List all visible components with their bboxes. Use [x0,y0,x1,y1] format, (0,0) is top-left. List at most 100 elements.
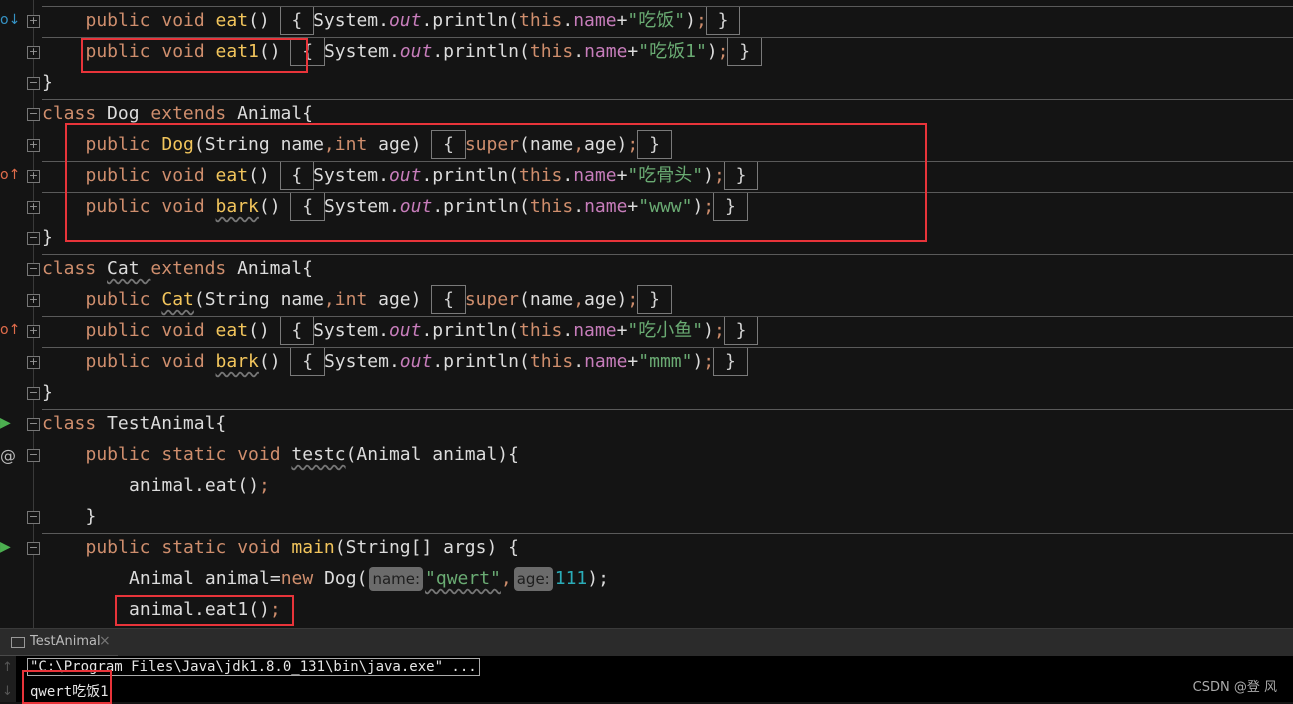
folded-brace[interactable]: { [290,347,325,376]
collapse-fold-icon[interactable]: − [27,449,40,462]
code-token: Animal{ [237,103,313,124]
folded-brace[interactable]: { [279,316,315,345]
code-token: Dog [107,103,151,124]
code-token: .println( [432,41,530,62]
code-token: . [573,351,585,372]
collapse-fold-icon[interactable]: − [27,418,40,431]
code-token: class [42,103,108,124]
method-separator [42,6,1293,7]
code-token: ; [259,475,270,496]
code-token: () [248,10,281,31]
code-token: age) [584,289,628,310]
folded-brace[interactable]: } [727,37,762,66]
code-token: System. [313,320,389,341]
scroll-up-icon[interactable]: ↑ [2,660,13,675]
code-token: out [399,41,433,62]
code-token: Animal{ [237,258,313,279]
code-token: Cat [161,289,194,310]
folded-brace[interactable]: } [713,347,748,376]
code-token: this [519,10,563,31]
method-separator [42,254,1293,255]
run-main-icon[interactable]: ▶ [0,539,20,555]
run-tool-window-tabs: TestAnimal × [0,628,1293,657]
tab-testanimal[interactable]: TestAnimal [30,634,101,649]
folded-brace[interactable]: } [705,6,741,35]
code-line[interactable]: } − [0,378,1293,409]
code-line[interactable]: Animal animal=new Dog(name: "qwert", age: 1… [0,564,1293,595]
fold-end-icon[interactable]: − [27,232,40,245]
code-token: 111 [554,568,588,589]
code-line[interactable]: } − [0,502,1293,533]
code-token: ) [703,320,714,341]
fold-end-icon[interactable]: − [27,511,40,524]
folded-brace[interactable]: } [723,316,759,345]
folded-brace[interactable]: { [279,6,315,35]
highlight-output [22,670,112,704]
console-icon [11,637,25,648]
folded-brace[interactable]: { [431,285,466,314]
expand-fold-icon[interactable]: + [27,294,40,307]
code-line[interactable]: public void eat() { System.out.println(t… [0,316,1293,347]
code-text: class Cat extends Animal{ [42,258,313,280]
fold-end-icon[interactable]: − [27,77,40,90]
code-token: class [42,413,108,434]
run-class-icon[interactable]: ▶ [0,415,20,431]
code-token: ) [692,351,704,372]
code-token: + [627,351,639,372]
expand-fold-icon[interactable]: + [27,356,40,369]
highlight-eat1-method [81,38,308,73]
expand-fold-icon[interactable]: + [27,46,40,59]
code-token: out [388,10,422,31]
code-line[interactable]: class TestAnimal{ − [0,409,1293,440]
fold-end-icon[interactable]: − [27,387,40,400]
code-token: eat [215,320,249,341]
code-token: TestAnimal{ [107,413,227,434]
highlight-dog-methods [65,123,927,242]
folded-brace[interactable]: } [637,285,672,314]
close-tab-icon[interactable]: × [99,633,111,649]
code-line[interactable]: class Cat extends Animal{− [0,254,1293,285]
code-line[interactable]: public void eat() { System.out.println(t… [0,6,1293,37]
code-line[interactable]: public Cat(String name,int age) { super(… [0,285,1293,316]
code-text: class Dog extends Animal{ [42,103,313,125]
code-line[interactable]: animal.eat(); [0,471,1293,502]
code-token: class [42,258,108,279]
code-token: main [291,537,335,558]
code-token: this [519,320,563,341]
code-text: } [42,72,53,94]
code-token: ); [587,568,609,589]
code-line[interactable]: public static void testc(Animal animal){… [0,440,1293,471]
code-token: (String[] args) { [334,537,519,558]
scroll-down-icon[interactable]: ↓ [2,684,13,699]
expand-fold-icon[interactable]: + [27,325,40,338]
expand-fold-icon[interactable]: + [27,15,40,28]
code-token: "吃饭1" [638,41,707,62]
expand-fold-icon[interactable]: + [27,170,40,183]
code-token: } [42,72,53,93]
code-token: Dog( [324,568,368,589]
collapse-fold-icon[interactable]: − [27,108,40,121]
code-text: } [42,382,53,404]
overridden-method-icon[interactable]: o↑ [0,167,20,183]
code-editor[interactable]: public void eat() { System.out.println(t… [0,0,1293,628]
code-token: bark [215,351,259,372]
code-text: animal.eat(); [129,475,270,497]
overrides-method-icon[interactable]: o↓ [0,12,20,28]
code-token: "吃饭" [627,10,686,31]
annotation-icon: @ [0,446,16,465]
method-separator [42,347,1293,348]
code-token: age) [378,289,433,310]
code-line[interactable]: public void bark() { System.out.println(… [0,347,1293,378]
code-token: name [584,351,628,372]
overridden-method-icon[interactable]: o↑ [0,322,20,338]
collapse-fold-icon[interactable]: − [27,263,40,276]
console-output[interactable]: ↑ ↓ "C:\Program Files\Java\jdk1.8.0_131\… [0,656,1293,704]
expand-fold-icon[interactable]: + [27,139,40,152]
code-token: System. [313,10,389,31]
collapse-fold-icon[interactable]: − [27,542,40,555]
code-line[interactable]: public static void main(String[] args) {… [0,533,1293,564]
expand-fold-icon[interactable]: + [27,201,40,214]
code-text: public void eat() { System.out.println(t… [85,316,759,345]
code-token: public void [85,320,216,341]
code-token: ; [695,10,707,31]
